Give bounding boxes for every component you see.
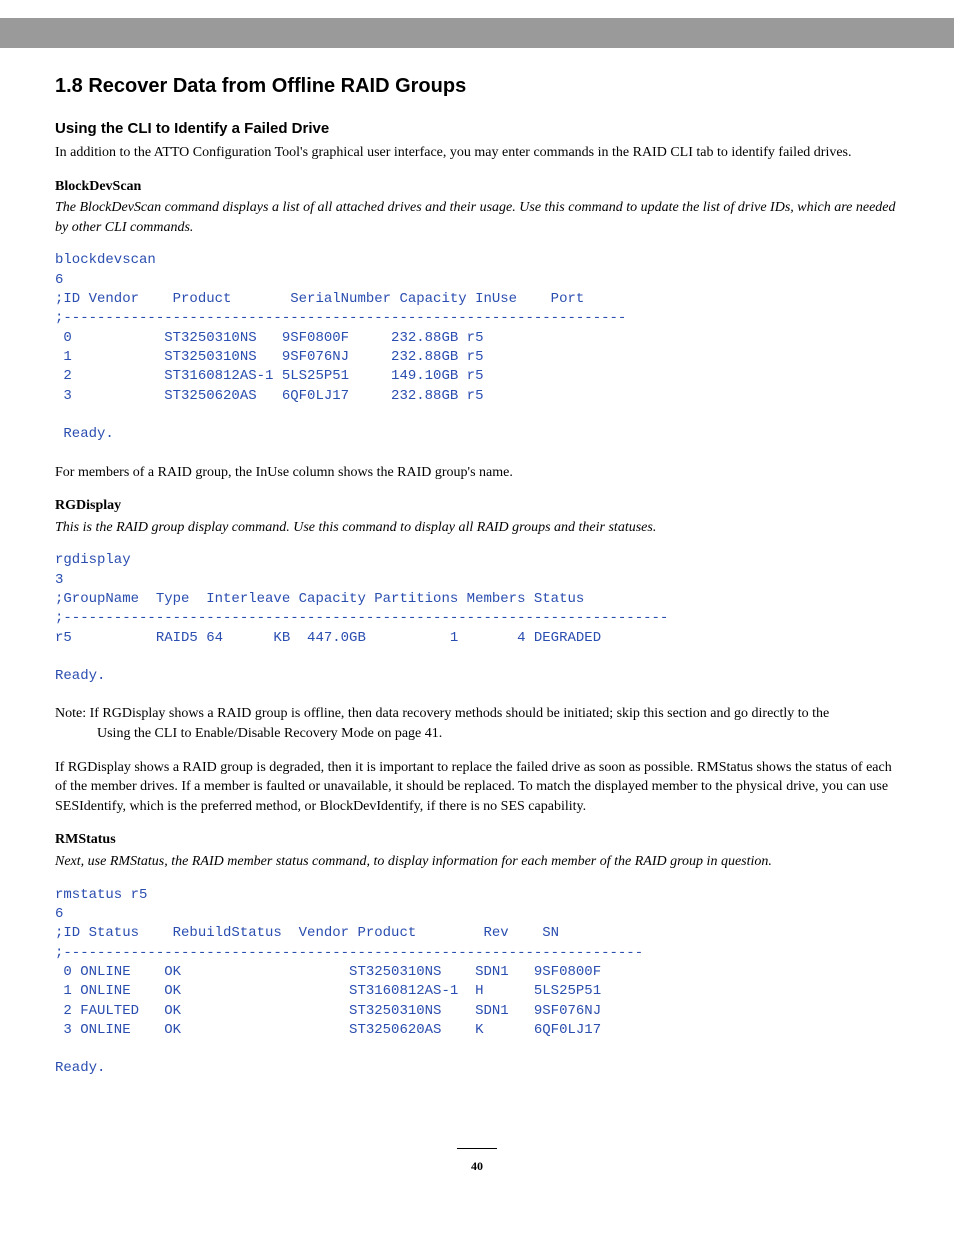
rmstatus-desc: Next, use RMStatus, the RAID member stat… (55, 852, 899, 872)
paragraph-after-note: If RGDisplay shows a RAID group is degra… (55, 758, 899, 817)
paragraph-after-blockdevscan: For members of a RAID group, the InUse c… (55, 463, 899, 483)
rgdisplay-desc: This is the RAID group display command. … (55, 518, 899, 538)
note-paragraph: Note: If RGDisplay shows a RAID group is… (55, 704, 899, 743)
note-line-2: Using the CLI to Enable/Disable Recovery… (55, 726, 442, 741)
note-line-1: Note: If RGDisplay shows a RAID group is… (55, 706, 829, 721)
blockdevscan-desc: The BlockDevScan command displays a list… (55, 198, 899, 237)
intro-paragraph: In addition to the ATTO Configuration To… (55, 143, 899, 163)
blockdevscan-title: BlockDevScan (55, 177, 899, 197)
subsection-heading: Using the CLI to Identify a Failed Drive (55, 118, 899, 139)
footer-rule (457, 1148, 497, 1149)
section-heading: 1.8 Recover Data from Offline RAID Group… (55, 72, 899, 100)
rgdisplay-cli-output: rgdisplay 3 ;GroupName Type Interleave C… (55, 551, 899, 686)
blockdevscan-cli-output: blockdevscan 6 ;ID Vendor Product Serial… (55, 251, 899, 444)
page-content: 1.8 Recover Data from Offline RAID Group… (0, 48, 954, 1194)
page-number: 40 (55, 1158, 899, 1175)
top-bar (0, 18, 954, 48)
rmstatus-title: RMStatus (55, 830, 899, 850)
rmstatus-cli-output: rmstatus r5 6 ;ID Status RebuildStatus V… (55, 886, 899, 1079)
page-footer: 40 (55, 1139, 899, 1175)
rgdisplay-title: RGDisplay (55, 496, 899, 516)
